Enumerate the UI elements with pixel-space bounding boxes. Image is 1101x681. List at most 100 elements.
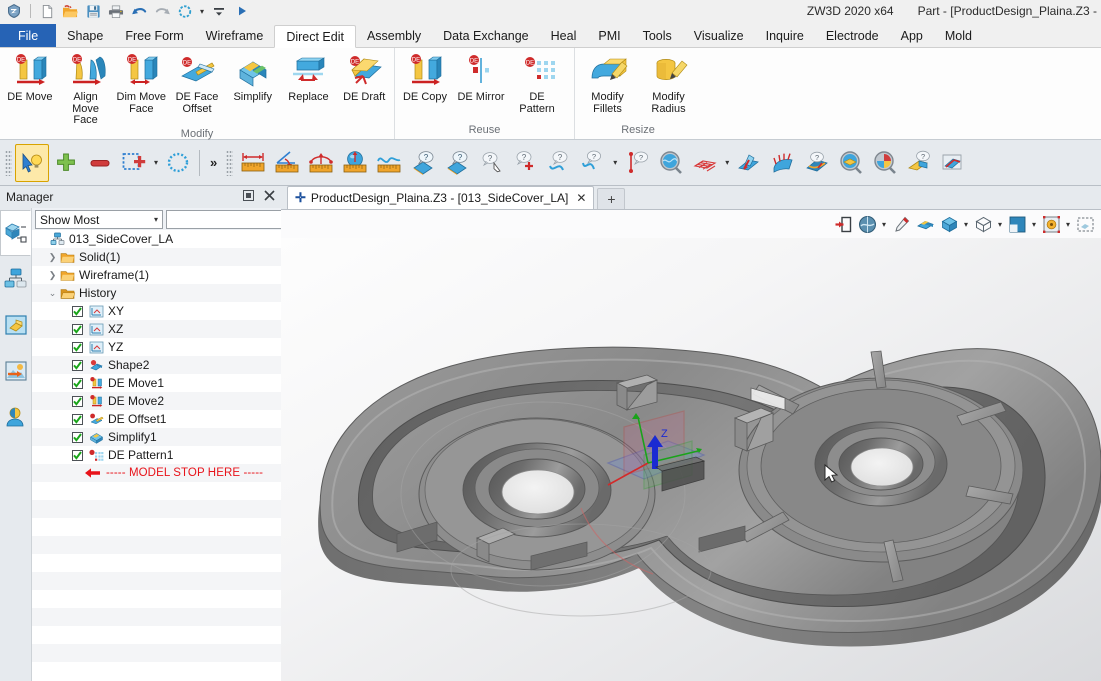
light-source-icon[interactable] bbox=[1039, 212, 1063, 236]
mesh-display-icon[interactable] bbox=[688, 144, 722, 182]
de-copy-button[interactable]: DE DE Copy bbox=[397, 50, 453, 105]
tree-checkbox[interactable] bbox=[72, 377, 83, 389]
undo-icon[interactable] bbox=[128, 1, 150, 21]
de-draft-button[interactable]: DE DE Draft bbox=[336, 50, 392, 105]
dim-move-face-button[interactable]: DE Dim Move Face bbox=[113, 50, 169, 116]
tree-twisty-collapsed[interactable]: ❯ bbox=[46, 270, 59, 281]
ribbon-tab-electrode[interactable]: Electrode bbox=[815, 25, 890, 47]
ribbon-tab-tools[interactable]: Tools bbox=[632, 25, 683, 47]
ribbon-tab-heal[interactable]: Heal bbox=[540, 25, 588, 47]
wireframe-display-icon[interactable] bbox=[971, 212, 995, 236]
ribbon-tab-inquire[interactable]: Inquire bbox=[755, 25, 815, 47]
clearance-icon[interactable] bbox=[868, 144, 902, 182]
ribbon-tab-visualize[interactable]: Visualize bbox=[683, 25, 755, 47]
inquire-curvature-caret[interactable]: ▾ bbox=[610, 158, 620, 167]
toolbar-grip-2[interactable] bbox=[226, 149, 234, 176]
curvature-comb-icon[interactable] bbox=[766, 144, 800, 182]
inquire-point-icon[interactable]: ? bbox=[508, 144, 542, 182]
inquire-pick-icon[interactable]: ? bbox=[474, 144, 508, 182]
history-manager-tab[interactable] bbox=[0, 210, 31, 256]
background-color-caret[interactable]: ▾ bbox=[1029, 220, 1039, 229]
show-filter-select[interactable]: Show Most ▾ bbox=[35, 210, 163, 229]
measure-arc-icon[interactable] bbox=[304, 144, 338, 182]
de-mirror-button[interactable]: DE DE Mirror bbox=[453, 50, 509, 105]
align-move-face-button[interactable]: DE Align Move Face bbox=[58, 50, 114, 128]
ribbon-tab-wireframe[interactable]: Wireframe bbox=[195, 25, 275, 47]
select-highlight-icon[interactable] bbox=[15, 143, 49, 182]
modify-radius-button[interactable]: Modify Radius bbox=[638, 50, 699, 116]
select-loop-icon[interactable] bbox=[161, 144, 195, 182]
wireframe-display-caret[interactable]: ▾ bbox=[995, 220, 1005, 229]
new-document-tab-button[interactable]: + bbox=[597, 188, 626, 209]
ribbon-tab-app[interactable]: App bbox=[890, 25, 934, 47]
de-face-offset-button[interactable]: DE DE Face Offset bbox=[169, 50, 225, 116]
assembly-manager-tab[interactable] bbox=[0, 256, 31, 302]
ribbon-tab-file[interactable]: File bbox=[0, 24, 57, 47]
tree-checkbox[interactable] bbox=[72, 305, 83, 317]
tree-twisty-expanded[interactable]: ⌄ bbox=[46, 288, 59, 299]
draft-analysis-icon[interactable] bbox=[732, 144, 766, 182]
volume-inquire-icon[interactable] bbox=[936, 144, 970, 182]
customize-icon[interactable] bbox=[208, 1, 230, 21]
tree-checkbox[interactable] bbox=[72, 395, 83, 407]
de-move-button[interactable]: DE DE Move bbox=[2, 50, 58, 105]
close-panel-icon[interactable] bbox=[263, 189, 276, 205]
add-plus-icon[interactable] bbox=[49, 144, 83, 182]
app-logo-icon[interactable] bbox=[3, 1, 25, 21]
close-icon[interactable]: ✕ bbox=[576, 191, 586, 205]
measure-angle-icon[interactable] bbox=[270, 144, 304, 182]
ribbon-tab-pmi[interactable]: PMI bbox=[587, 25, 631, 47]
open-folder-icon[interactable] bbox=[59, 1, 81, 21]
ribbon-tab-shape[interactable]: Shape bbox=[56, 25, 114, 47]
tree-twisty-collapsed[interactable]: ❯ bbox=[46, 252, 59, 263]
new-file-icon[interactable] bbox=[36, 1, 58, 21]
inquire-curve-icon[interactable]: ? bbox=[542, 144, 576, 182]
background-color-icon[interactable] bbox=[1005, 212, 1029, 236]
document-tab-active[interactable]: ✛ ProductDesign_Plaina.Z3 - [013_SideCov… bbox=[287, 186, 595, 209]
regen-icon[interactable] bbox=[174, 1, 196, 21]
check-geometry-icon[interactable]: ? bbox=[800, 144, 834, 182]
de-pattern-button[interactable]: DE DE Pattern bbox=[509, 50, 565, 116]
user-manager-tab[interactable] bbox=[0, 394, 31, 440]
simplify-button[interactable]: Simplify bbox=[225, 50, 281, 105]
inspect-surface-icon[interactable] bbox=[654, 144, 688, 182]
inquire-face2-icon[interactable]: ? bbox=[440, 144, 474, 182]
model-viewport[interactable]: Z bbox=[281, 238, 1101, 681]
shaded-display-caret[interactable]: ▾ bbox=[961, 220, 971, 229]
restore-panel-icon[interactable] bbox=[242, 189, 255, 205]
select-region-caret[interactable]: ▾ bbox=[151, 158, 161, 167]
play-icon[interactable] bbox=[231, 1, 253, 21]
tree-checkbox[interactable] bbox=[72, 449, 83, 461]
tree-checkbox[interactable] bbox=[72, 341, 83, 353]
ribbon-tab-mold[interactable]: Mold bbox=[934, 25, 983, 47]
save-icon[interactable] bbox=[82, 1, 104, 21]
overflow-more-icon[interactable]: » bbox=[204, 155, 223, 170]
layer-manager-tab[interactable] bbox=[0, 302, 31, 348]
print-icon[interactable] bbox=[105, 1, 127, 21]
qat-regen-caret[interactable]: ▾ bbox=[197, 7, 207, 16]
ribbon-tab-direct-edit[interactable]: Direct Edit bbox=[274, 25, 356, 48]
remove-minus-icon[interactable] bbox=[83, 144, 117, 182]
visual-manager-tab[interactable] bbox=[0, 348, 31, 394]
mesh-display-caret[interactable]: ▾ bbox=[722, 158, 732, 167]
view-orientation-caret[interactable]: ▾ bbox=[879, 220, 889, 229]
measure-sphere-icon[interactable] bbox=[338, 144, 372, 182]
highlight-pen-icon[interactable] bbox=[889, 212, 913, 236]
ribbon-tab-assembly[interactable]: Assembly bbox=[356, 25, 432, 47]
redo-icon[interactable] bbox=[151, 1, 173, 21]
toolbar-grip[interactable] bbox=[5, 149, 12, 176]
measure-curve-icon[interactable] bbox=[372, 144, 406, 182]
modify-fillets-button[interactable]: Modify Fillets bbox=[577, 50, 638, 116]
light-source-caret[interactable]: ▾ bbox=[1063, 220, 1073, 229]
section-view-icon[interactable] bbox=[834, 144, 868, 182]
inquire-axis-icon[interactable]: ? bbox=[620, 144, 654, 182]
select-region-add-icon[interactable] bbox=[117, 144, 151, 182]
tree-checkbox[interactable] bbox=[72, 413, 83, 425]
ribbon-tab-data-exchange[interactable]: Data Exchange bbox=[432, 25, 539, 47]
measure-distance-icon[interactable] bbox=[236, 144, 270, 182]
exit-view-icon[interactable] bbox=[831, 212, 855, 236]
viewport-layout-icon[interactable] bbox=[1073, 212, 1097, 236]
ribbon-tab-free-form[interactable]: Free Form bbox=[114, 25, 194, 47]
shaded-display-icon[interactable] bbox=[937, 212, 961, 236]
tree-checkbox[interactable] bbox=[72, 323, 83, 335]
